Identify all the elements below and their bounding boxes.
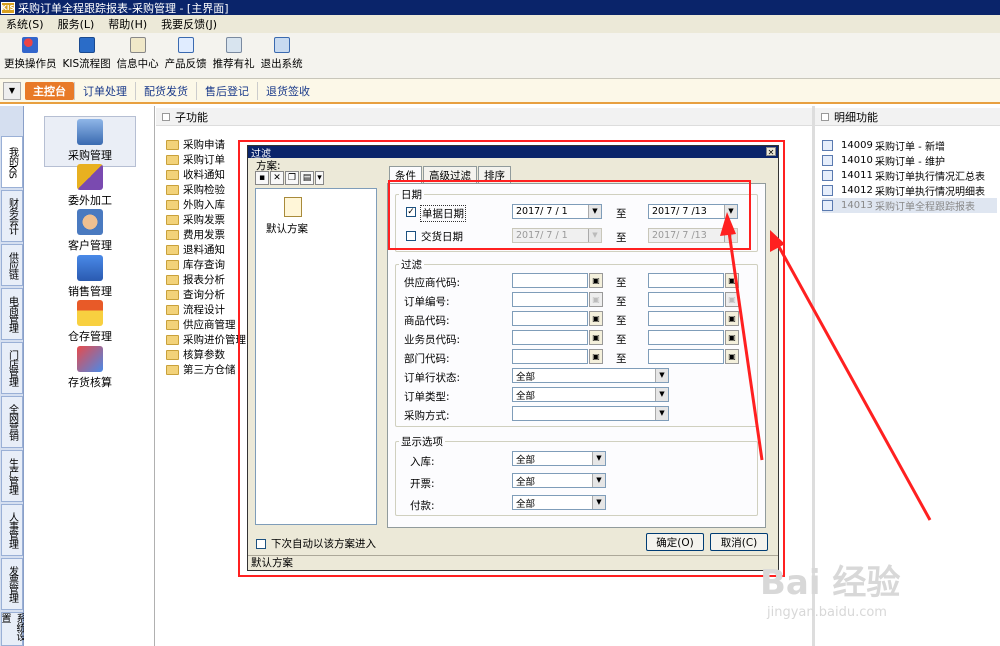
menu-feedback[interactable]: 我要反馈(J) — [155, 16, 225, 32]
folder-icon — [166, 229, 179, 240]
folder-icon — [166, 139, 179, 150]
vtab-production[interactable]: 生产管理 — [1, 450, 23, 502]
module-panel: 采购管理 委外加工 客户管理 销售管理 仓存管理 存货核算 — [24, 106, 155, 646]
folder-icon — [166, 154, 179, 165]
annotation-date-box — [388, 180, 751, 250]
vtab-store[interactable]: 门店管理 — [1, 342, 23, 394]
tab-after-sales[interactable]: 售后登记 — [196, 81, 257, 100]
vertical-nav: 我的KIS 财务会计 供应链 电商管理 门店管理 全网营销 生产管理 人事管理 … — [0, 106, 25, 646]
chat-icon — [129, 37, 146, 53]
module-warehouse[interactable]: 仓存管理 — [44, 300, 136, 344]
menu-help[interactable]: 帮助(H) — [102, 16, 155, 32]
folder-icon — [166, 304, 179, 315]
tab-main-console[interactable]: 主控台 — [25, 81, 74, 100]
collapse-arrow-icon[interactable]: ▼ — [3, 81, 21, 100]
vtab-finance[interactable]: 财务会计 — [1, 190, 23, 242]
detail-header: 明细功能 — [815, 108, 1000, 126]
folder-icon — [166, 214, 179, 225]
users-icon — [22, 37, 39, 53]
customer-icon — [77, 209, 103, 235]
report-icon — [822, 185, 833, 196]
vtab-invoice[interactable]: 发票管理 — [1, 558, 23, 610]
module-inventory-accounting[interactable]: 存货核算 — [44, 346, 136, 390]
folder-icon — [166, 259, 179, 270]
main-toolbar: 更换操作员 KIS流程图 信息中心 产品反馈 推荐有礼 退出系统 — [0, 33, 1000, 79]
vtab-hr[interactable]: 人事管理 — [1, 504, 23, 556]
nav-tabs: ▼ 主控台 订单处理 配货发货 售后登记 退货签收 — [0, 79, 1000, 104]
truck-icon — [77, 255, 103, 281]
window-titlebar: KIS 采购订单全程跟踪报表-采购管理 - [主界面] — [0, 0, 1000, 15]
folder-icon — [166, 334, 179, 345]
vtab-my-kis[interactable]: 我的KIS — [1, 136, 23, 188]
module-purchase[interactable]: 采购管理 — [44, 116, 136, 167]
detail-item[interactable]: 14011 采购订单执行情况汇总表 — [822, 168, 997, 183]
folder-icon — [166, 349, 179, 360]
kis-logo-icon: KIS — [1, 1, 15, 14]
gift-icon — [225, 37, 242, 53]
folder-icon — [166, 244, 179, 255]
panel-toggle-icon[interactable] — [821, 112, 829, 121]
tab-dispatch[interactable]: 配货发货 — [135, 81, 196, 100]
warehouse-icon — [77, 300, 103, 326]
detail-item[interactable]: 14012 采购订单执行情况明细表 — [822, 183, 997, 198]
purchase-icon — [77, 119, 103, 145]
folder-icon — [166, 184, 179, 195]
folder-icon — [166, 289, 179, 300]
flowchart-icon — [78, 37, 95, 53]
change-operator-button[interactable]: 更换操作员 — [4, 33, 57, 71]
module-sales[interactable]: 销售管理 — [44, 255, 136, 299]
folder-icon — [166, 319, 179, 330]
detail-item[interactable]: 14010 采购订单 - 维护 — [822, 153, 997, 168]
module-customer[interactable]: 客户管理 — [44, 209, 136, 253]
tab-order-processing[interactable]: 订单处理 — [74, 81, 135, 100]
vtab-marketing[interactable]: 全网营销 — [1, 396, 23, 448]
kis-flowchart-button[interactable]: KIS流程图 — [63, 33, 111, 71]
baidu-watermark-url: jingyan.baidu.com — [767, 605, 887, 620]
module-outsourcing[interactable]: 委外加工 — [44, 164, 136, 208]
folder-icon — [166, 199, 179, 210]
exit-system-button[interactable]: 退出系统 — [261, 33, 303, 71]
vtab-settings[interactable]: 系统设置 — [0, 612, 25, 646]
vtab-supply-chain[interactable]: 供应链 — [1, 244, 23, 286]
detail-list: 14009 采购订单 - 新增 14010 采购订单 - 维护 14011 采购订单执… — [822, 138, 997, 213]
menu-system[interactable]: 系统(S) — [0, 16, 52, 32]
recommend-button[interactable]: 推荐有礼 — [213, 33, 255, 71]
window-title: 采购订单全程跟踪报表-采购管理 - [主界面] — [18, 1, 229, 15]
outsourcing-icon — [77, 164, 103, 190]
accounting-icon — [77, 346, 103, 372]
detail-item[interactable]: 14009 采购订单 - 新增 — [822, 138, 997, 153]
vtab-ecommerce[interactable]: 电商管理 — [1, 288, 23, 340]
tab-return-receipt[interactable]: 退货签收 — [257, 81, 318, 100]
report-icon — [822, 155, 833, 166]
detail-item-selected[interactable]: 14013 采购订单全程跟踪报表 — [822, 198, 997, 213]
report-icon — [822, 140, 833, 151]
document-icon — [177, 37, 194, 53]
baidu-watermark: Bai 经验 — [760, 563, 901, 603]
report-icon — [822, 200, 833, 211]
subfunction-header: 子功能 — [156, 108, 812, 126]
report-icon — [822, 170, 833, 181]
product-feedback-button[interactable]: 产品反馈 — [165, 33, 207, 71]
info-center-button[interactable]: 信息中心 — [117, 33, 159, 71]
folder-icon — [166, 364, 179, 375]
menu-service[interactable]: 服务(L) — [52, 16, 103, 32]
menu-bar: 系统(S) 服务(L) 帮助(H) 我要反馈(J) — [0, 15, 1000, 33]
folder-icon — [166, 169, 179, 180]
exit-icon — [273, 37, 290, 53]
panel-toggle-icon[interactable] — [162, 112, 170, 121]
folder-icon — [166, 274, 179, 285]
